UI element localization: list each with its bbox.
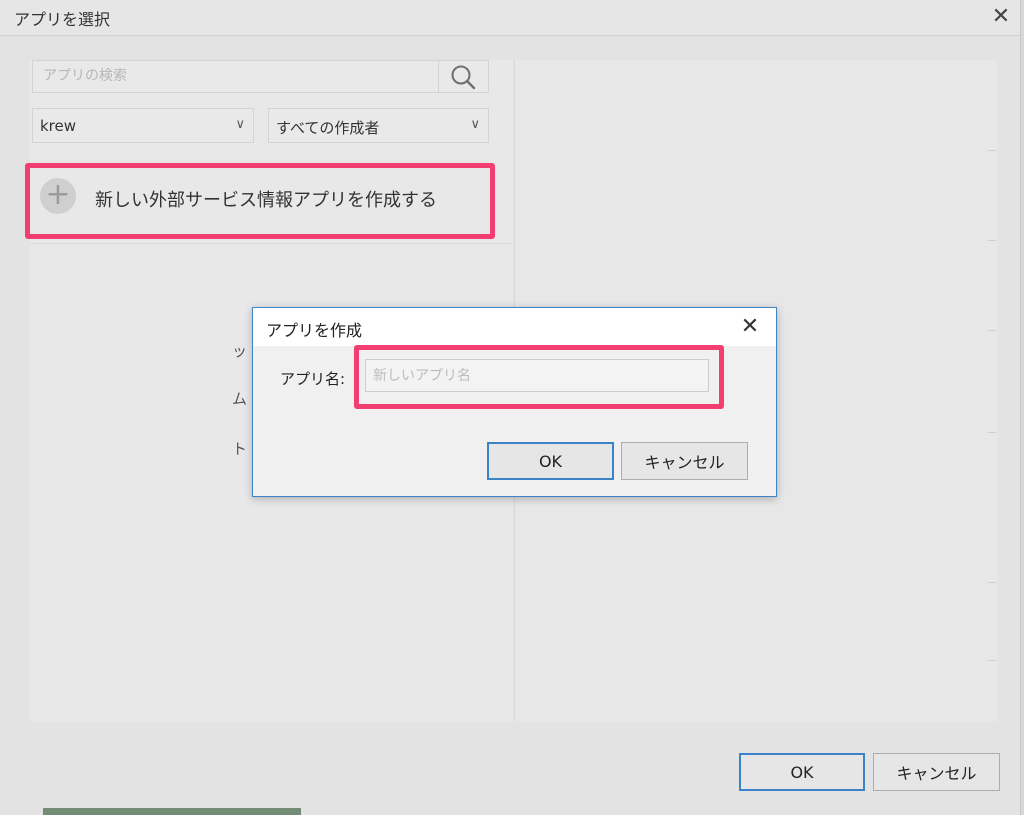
dialog-titlebar: アプリを選択 ✕: [0, 0, 1020, 36]
divider: [988, 432, 996, 433]
divider: [988, 660, 996, 661]
create-new-app-button[interactable]: + 新しい外部サービス情報アプリを作成する: [25, 163, 495, 239]
plus-icon: +: [40, 178, 76, 214]
modal-titlebar: アプリを作成 ✕: [253, 308, 776, 346]
search-button[interactable]: [439, 60, 489, 93]
space-select[interactable]: krew ∨: [32, 108, 254, 143]
modal-ok-button[interactable]: OK: [487, 442, 614, 480]
search-box: [32, 60, 440, 93]
space-select-value: krew: [40, 117, 77, 135]
list-item-fragment: ム: [232, 390, 248, 408]
close-icon[interactable]: ✕: [735, 312, 765, 342]
author-select[interactable]: すべての作成者 ∨: [268, 108, 489, 143]
cancel-button[interactable]: キャンセル: [873, 753, 1000, 791]
chevron-down-icon: ∨: [235, 117, 245, 132]
modal-cancel-button[interactable]: キャンセル: [621, 442, 748, 480]
divider: [988, 582, 996, 583]
modal-title: アプリを作成: [266, 321, 363, 340]
close-icon[interactable]: ✕: [986, 2, 1016, 32]
taskbar-fragment: [43, 808, 301, 815]
app-name-input[interactable]: [365, 359, 709, 392]
dialog-title: アプリを選択: [14, 10, 111, 29]
divider: [988, 330, 996, 331]
divider: [30, 243, 513, 244]
app-name-label: アプリ名:: [280, 370, 346, 388]
search-input[interactable]: [41, 67, 440, 85]
chevron-down-icon: ∨: [470, 117, 480, 132]
author-select-value: すべての作成者: [276, 119, 380, 137]
list-item-fragment: ッ: [232, 342, 248, 360]
create-new-app-label: 新しい外部サービス情報アプリを作成する: [95, 190, 437, 211]
search-icon: [451, 65, 476, 90]
ok-button[interactable]: OK: [739, 753, 865, 791]
list-item-fragment: ト: [232, 440, 248, 458]
divider: [988, 150, 996, 151]
divider: [988, 240, 996, 241]
create-app-modal: アプリを作成 ✕ アプリ名: OK キャンセル: [252, 307, 777, 497]
